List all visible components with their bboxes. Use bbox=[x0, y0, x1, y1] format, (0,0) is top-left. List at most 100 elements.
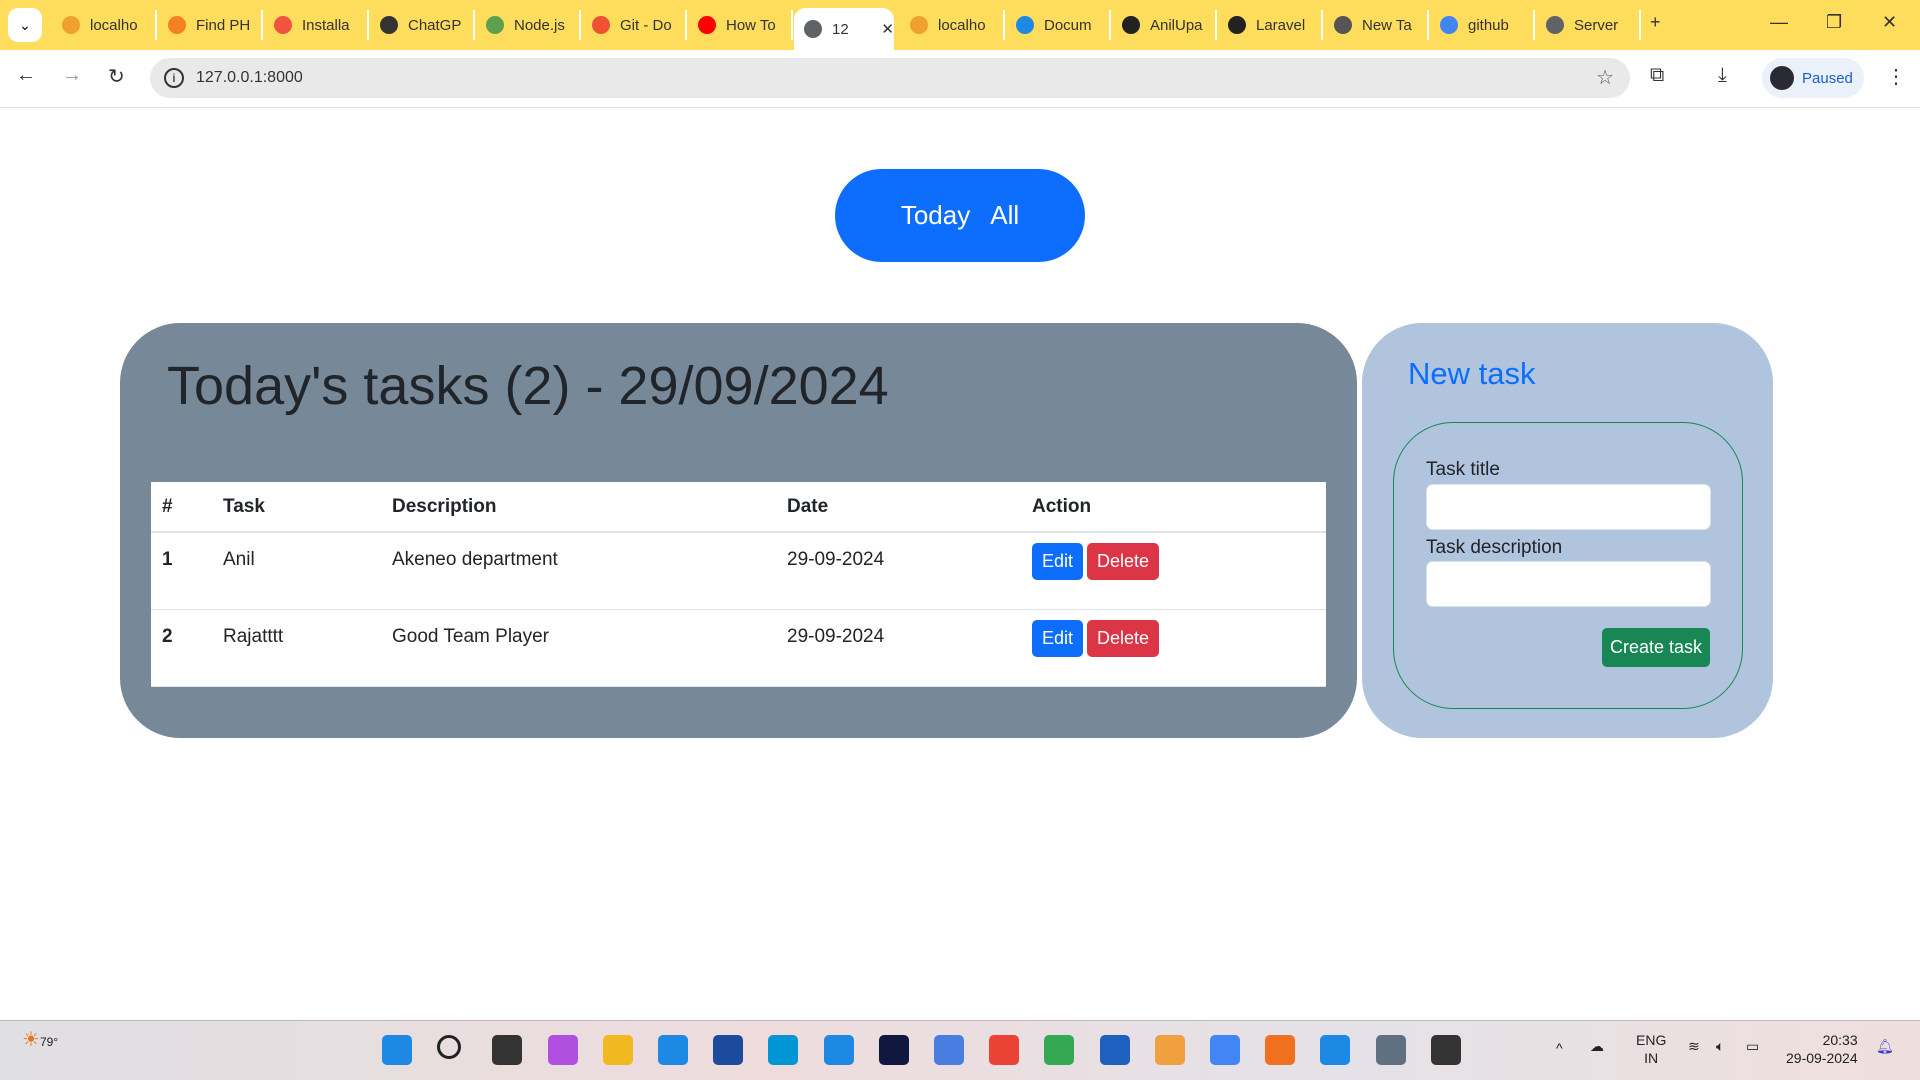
task-view-icon[interactable] bbox=[492, 1035, 523, 1065]
tab-11[interactable]: Laravel bbox=[1218, 10, 1323, 40]
tab-9[interactable]: Docum bbox=[1006, 10, 1111, 40]
people-icon[interactable] bbox=[1099, 1035, 1130, 1065]
settings-icon[interactable] bbox=[1375, 1035, 1406, 1065]
edge-icon[interactable] bbox=[658, 1035, 688, 1065]
tab-3[interactable]: ChatGP bbox=[370, 10, 475, 40]
address-bar[interactable]: i 127.0.0.1:8000 ☆ bbox=[150, 58, 1630, 98]
battery-icon[interactable]: ▭ bbox=[1746, 1037, 1759, 1055]
close-tab-icon[interactable]: ✕ bbox=[881, 20, 894, 38]
laravel-icon bbox=[274, 16, 292, 34]
download-icon[interactable]: ⤓ bbox=[1718, 64, 1727, 87]
dh-icon[interactable] bbox=[878, 1035, 909, 1065]
volume-icon[interactable]: 🔈︎ bbox=[1716, 1037, 1724, 1055]
col-date: Date bbox=[776, 482, 1021, 533]
minimize-button[interactable]: — bbox=[1770, 12, 1788, 33]
store-icon[interactable] bbox=[713, 1035, 744, 1065]
profile-button[interactable]: Paused bbox=[1762, 58, 1864, 98]
help-icon[interactable] bbox=[823, 1035, 854, 1065]
gemini-icon[interactable] bbox=[1154, 1035, 1185, 1065]
windows-start-icon[interactable] bbox=[382, 1035, 412, 1065]
row-description: Good Team Player bbox=[381, 609, 776, 688]
clock[interactable]: 20:33 29-09-2024 bbox=[1786, 1031, 1858, 1067]
tab-6[interactable]: How To bbox=[688, 10, 793, 40]
new-tab-button[interactable]: + bbox=[1650, 12, 1661, 33]
nodejs-icon bbox=[486, 16, 504, 34]
notification-bell-icon[interactable]: 🔔︎ bbox=[1876, 1037, 1894, 1055]
restore-button[interactable]: ❐ bbox=[1826, 12, 1842, 33]
tab-4[interactable]: Node.js bbox=[476, 10, 581, 40]
phpmyadmin-icon bbox=[62, 16, 80, 34]
onedrive-icon[interactable]: ☁ bbox=[1590, 1037, 1604, 1055]
maps-icon[interactable] bbox=[1044, 1035, 1075, 1065]
youtube-icon bbox=[698, 16, 716, 34]
row-date: 29-09-2024 bbox=[776, 609, 1021, 688]
file-explorer-icon[interactable] bbox=[602, 1035, 633, 1065]
date-text: 29-09-2024 bbox=[1786, 1050, 1858, 1066]
task-title-input[interactable] bbox=[1426, 484, 1711, 530]
globe-icon bbox=[804, 20, 822, 38]
edit-button[interactable]: Edit bbox=[1032, 619, 1084, 657]
extensions-icon[interactable]: ⧉ bbox=[1650, 64, 1664, 87]
task-description-input[interactable] bbox=[1426, 561, 1711, 607]
tab-0[interactable]: localho bbox=[52, 10, 157, 40]
tab-1[interactable]: Find PH bbox=[158, 10, 263, 40]
tab-12[interactable]: New Ta bbox=[1324, 10, 1429, 40]
search-icon[interactable] bbox=[437, 1035, 462, 1059]
copilot-icon[interactable] bbox=[547, 1035, 578, 1065]
xampp-icon[interactable] bbox=[1265, 1035, 1296, 1065]
back-icon[interactable]: ← bbox=[16, 64, 36, 87]
row-description: Akeneo department bbox=[381, 532, 776, 610]
globe-icon bbox=[1546, 16, 1564, 34]
create-task-button[interactable]: Create task bbox=[1602, 628, 1710, 667]
col-number: # bbox=[151, 482, 212, 533]
weather-widget[interactable]: ☀79° bbox=[22, 1029, 59, 1051]
weather-temp: 79° bbox=[39, 1035, 59, 1049]
tab-8[interactable]: localho bbox=[900, 10, 1005, 40]
bookmark-star-icon[interactable]: ☆ bbox=[1596, 65, 1614, 90]
myhp-icon[interactable] bbox=[768, 1035, 799, 1065]
filter-today-link[interactable]: Today bbox=[901, 200, 970, 231]
forward-icon[interactable]: → bbox=[62, 64, 82, 87]
region-text: IN bbox=[1644, 1050, 1659, 1066]
col-action: Action bbox=[1021, 482, 1326, 533]
github-icon bbox=[1228, 16, 1246, 34]
tab-label: Git - Do bbox=[620, 16, 672, 34]
chatgpt-icon bbox=[380, 16, 398, 34]
stackoverflow-icon bbox=[168, 16, 186, 34]
task-title-label: Task title bbox=[1426, 459, 1500, 480]
wifi-icon[interactable]: ≋ bbox=[1688, 1037, 1700, 1055]
site-info-icon[interactable]: i bbox=[164, 68, 184, 88]
vscode-icon[interactable] bbox=[1320, 1035, 1351, 1065]
tab-search-button[interactable]: ⌄ bbox=[8, 8, 42, 42]
tab-5[interactable]: Git - Do bbox=[582, 10, 687, 40]
chrome-icon[interactable] bbox=[1210, 1035, 1240, 1065]
reload-icon[interactable]: ↻ bbox=[108, 64, 125, 89]
delete-button[interactable]: Delete bbox=[1087, 619, 1160, 657]
tab-2[interactable]: Installa bbox=[264, 10, 369, 40]
filter-all-link[interactable]: All bbox=[990, 200, 1019, 231]
git-icon bbox=[592, 16, 610, 34]
edit-button[interactable]: Edit bbox=[1032, 543, 1084, 580]
close-window-button[interactable]: ✕ bbox=[1882, 12, 1897, 33]
row-task: Rajatttt bbox=[212, 609, 381, 688]
tab-14[interactable]: Server bbox=[1536, 10, 1641, 40]
show-hidden-icons[interactable]: ^ bbox=[1556, 1039, 1563, 1057]
tab-13[interactable]: github bbox=[1430, 10, 1535, 40]
translate-icon[interactable] bbox=[934, 1035, 964, 1065]
language-indicator[interactable]: ENG IN bbox=[1636, 1031, 1666, 1067]
terminal-icon[interactable] bbox=[1430, 1035, 1461, 1065]
tab-10[interactable]: AnilUpa bbox=[1112, 10, 1217, 40]
tab-label: Laravel bbox=[1256, 16, 1306, 34]
tab-label: AnilUpa bbox=[1150, 16, 1203, 34]
url-text[interactable]: 127.0.0.1:8000 bbox=[196, 69, 303, 87]
menu-kebab-icon[interactable]: ⋮ bbox=[1886, 64, 1906, 89]
google-icon[interactable] bbox=[989, 1035, 1020, 1065]
delete-button[interactable]: Delete bbox=[1087, 543, 1160, 580]
tab-7[interactable]: 12 ✕ bbox=[794, 8, 894, 50]
tab-label: 12 bbox=[832, 20, 849, 38]
tab-label: Docum bbox=[1044, 16, 1092, 34]
phpmyadmin-icon bbox=[910, 16, 928, 34]
tasks-table: # Task Description Date Action 1 Anil Ak… bbox=[151, 482, 1326, 688]
weather-icon: ☀ bbox=[22, 1029, 40, 1051]
google-icon bbox=[1440, 16, 1458, 34]
